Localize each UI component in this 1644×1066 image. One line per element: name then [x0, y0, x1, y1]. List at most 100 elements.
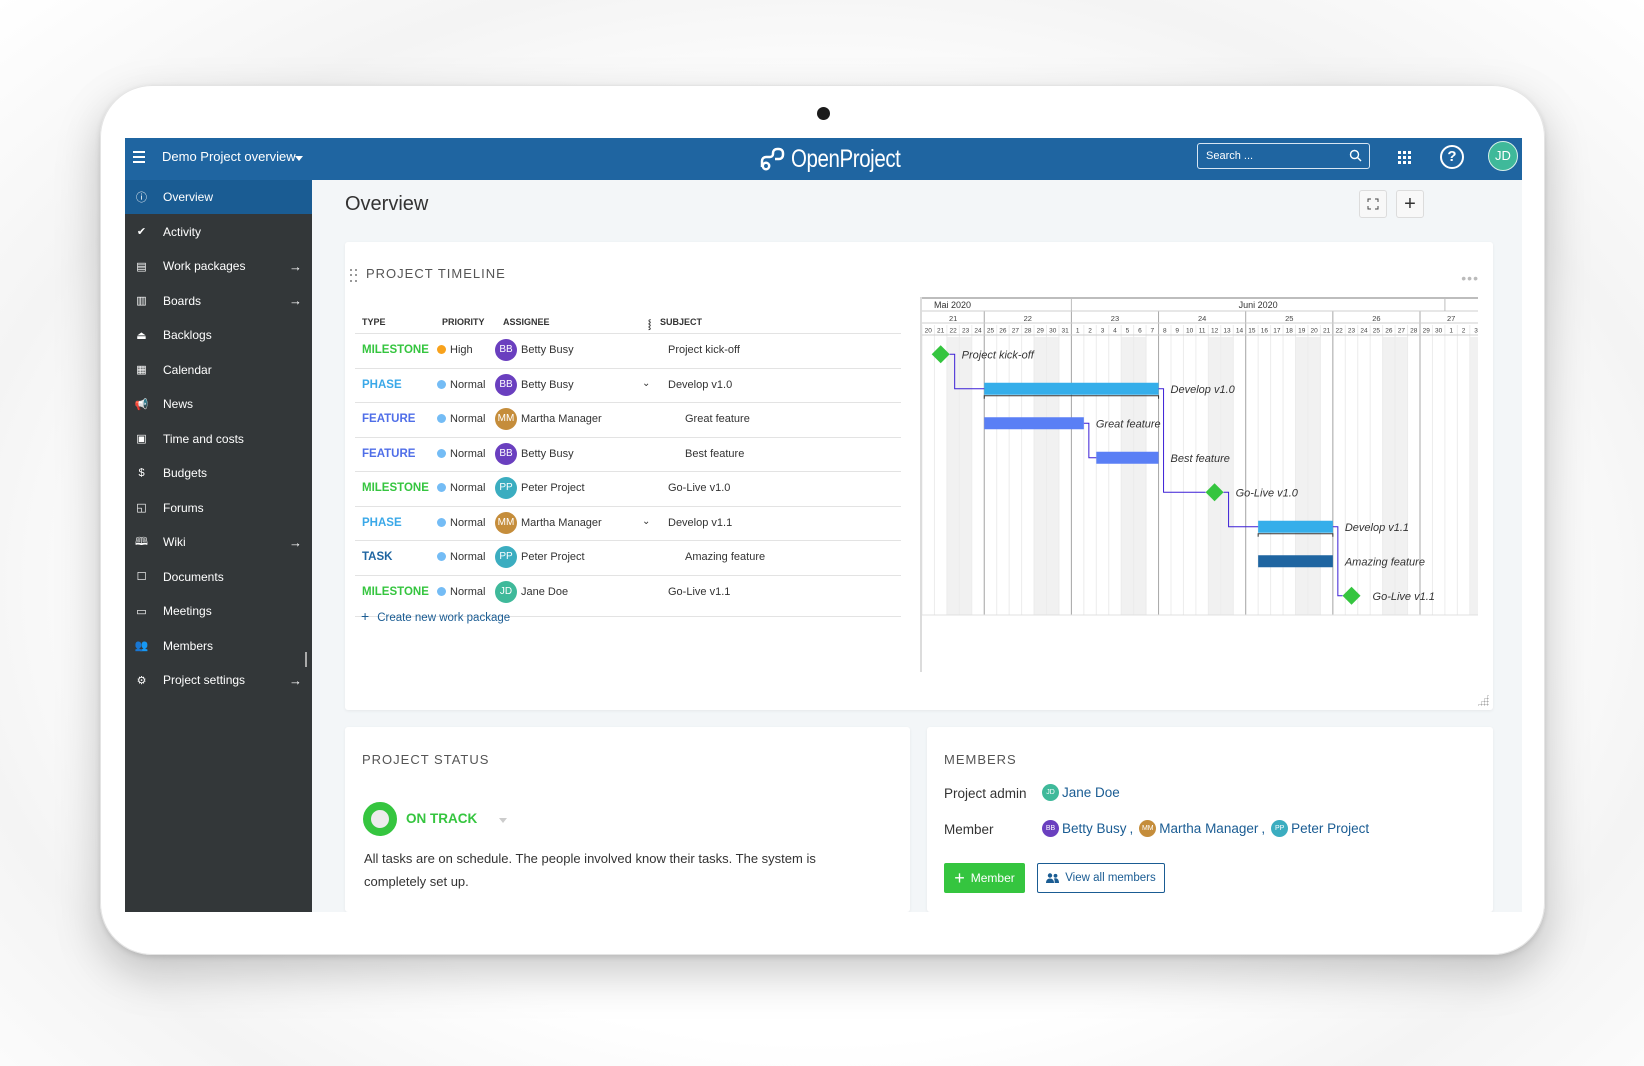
sidebar-item-meetings[interactable]: ▭ Meetings	[125, 594, 312, 628]
search-box[interactable]	[1197, 143, 1370, 169]
assignee-cell[interactable]: PP Peter Project	[495, 546, 585, 568]
help-icon[interactable]: ?	[1440, 145, 1464, 169]
sidebar-item-members[interactable]: 👥 Members	[125, 629, 312, 663]
table-row[interactable]: TASK Normal PP Peter Project Amazing feature	[355, 540, 901, 574]
member-link[interactable]: Martha Manager	[1159, 821, 1258, 836]
status-description[interactable]: All tasks are on schedule. The people in…	[364, 847, 844, 893]
subject-cell[interactable]: Develop v1.0	[668, 379, 732, 391]
table-row[interactable]: MILESTONE Normal PP Peter Project Go-Live v1…	[355, 471, 901, 505]
user-avatar[interactable]: JD	[1488, 141, 1518, 171]
priority-cell[interactable]: Normal	[437, 379, 485, 391]
subject-cell[interactable]: Great feature	[685, 413, 750, 425]
chevron-down-icon[interactable]	[499, 818, 507, 823]
subject-cell[interactable]: Go-Live v1.0	[668, 482, 730, 494]
table-row[interactable]: MILESTONE Normal JD Jane Doe Go-Live v1.1	[355, 574, 901, 609]
work-package-bar[interactable]	[1258, 555, 1333, 568]
priority-label: Normal	[450, 413, 486, 425]
sidebar-item-forums[interactable]: ◱ Forums	[125, 491, 312, 525]
type-cell[interactable]: PHASE	[362, 517, 402, 529]
priority-cell[interactable]: Normal	[437, 448, 485, 460]
collapse-chevron-icon[interactable]: ⌄	[642, 378, 650, 389]
sidebar-item-backlogs[interactable]: ⏏ Backlogs	[125, 318, 312, 352]
member-link[interactable]: Peter Project	[1291, 821, 1369, 836]
subject-cell[interactable]: Develop v1.1	[668, 517, 732, 529]
sidebar-item-documents[interactable]: ☐ Documents	[125, 560, 312, 594]
column-header-assignee[interactable]: ASSIGNEE	[503, 317, 550, 327]
type-cell[interactable]: TASK	[362, 551, 392, 563]
phase-bar[interactable]	[984, 382, 1159, 395]
table-row[interactable]: PHASE Normal BB Betty Busy ⌄ Develop v1.0	[355, 367, 901, 402]
priority-cell[interactable]: Normal	[437, 551, 485, 563]
member-link[interactable]: Jane Doe	[1062, 785, 1120, 800]
search-input[interactable]	[1198, 144, 1348, 168]
type-cell[interactable]: MILESTONE	[362, 586, 429, 598]
assignee-cell[interactable]: PP Peter Project	[495, 477, 585, 499]
project-selector[interactable]: Demo Project overview	[162, 149, 296, 164]
view-all-members-button[interactable]: View all members	[1037, 863, 1165, 893]
phase-bar[interactable]	[1258, 520, 1333, 533]
modules-grid-icon[interactable]	[1398, 151, 1411, 164]
add-widget-button[interactable]: +	[1396, 190, 1424, 218]
type-cell[interactable]: FEATURE	[362, 413, 415, 425]
sidebar-item-activity[interactable]: ✔ Activity	[125, 215, 312, 249]
more-options-icon[interactable]: •••	[1461, 270, 1479, 286]
create-work-package-link[interactable]: + Create new work package	[361, 608, 510, 624]
subject-cell[interactable]: Go-Live v1.1	[668, 586, 730, 598]
assignee-cell[interactable]: JD Jane Doe	[495, 580, 568, 603]
subject-cell[interactable]: Best feature	[685, 448, 744, 460]
column-header-priority[interactable]: PRIORITY	[442, 317, 485, 327]
table-row[interactable]: FEATURE Normal BB Betty Busy Best feature	[355, 436, 901, 471]
sidebar-item-news[interactable]: 📢 News	[125, 387, 312, 421]
sidebar-item-overview[interactable]: ⓘ Overview	[125, 180, 312, 214]
work-package-bar[interactable]	[984, 417, 1084, 430]
assignee-cell[interactable]: MM Martha Manager	[495, 511, 602, 534]
assignee-cell[interactable]: BB Betty Busy	[495, 442, 574, 465]
sidebar-item-budgets[interactable]: $ Budgets	[125, 456, 312, 490]
status-dropdown[interactable]: ON TRACK	[406, 811, 477, 826]
arrow-right-icon[interactable]: →	[289, 673, 302, 688]
subject-cell[interactable]: Amazing feature	[685, 551, 765, 563]
table-row[interactable]: MILESTONE High BB Betty Busy Project kick-of…	[355, 333, 901, 367]
gantt-chart[interactable]: Mai 2020 Juni 2020 21 22 23 24 25 26 27 20 21 22 23 2…	[920, 297, 1478, 672]
search-icon[interactable]	[1349, 149, 1362, 162]
assignee-cell[interactable]: MM Martha Manager	[495, 408, 602, 430]
column-header-type[interactable]: TYPE	[362, 317, 386, 327]
arrow-right-icon[interactable]: →	[289, 259, 302, 274]
priority-cell[interactable]: Normal	[437, 482, 485, 494]
sidebar-item-time-and-costs[interactable]: ▣ Time and costs	[125, 422, 312, 456]
chevron-down-icon[interactable]	[295, 156, 303, 161]
work-package-bar[interactable]	[1096, 451, 1159, 464]
sidebar-item-work-packages[interactable]: ▤ Work packages →	[125, 249, 312, 283]
arrow-right-icon[interactable]: →	[289, 535, 302, 550]
fullscreen-button[interactable]	[1359, 190, 1387, 218]
sidebar-item-project-settings[interactable]: ⚙ Project settings →	[125, 663, 312, 697]
type-cell[interactable]: MILESTONE	[362, 482, 429, 494]
hierarchy-icon[interactable]: ⸾	[648, 317, 651, 330]
type-cell[interactable]: PHASE	[362, 379, 402, 391]
table-row[interactable]: PHASE Normal MM Martha Manager ⌄ Develop v1.1	[355, 505, 901, 540]
priority-cell[interactable]: Normal	[437, 413, 485, 425]
sidebar-item-label: Members	[163, 638, 214, 653]
collapse-chevron-icon[interactable]: ⌄	[642, 516, 650, 527]
table-row[interactable]: FEATURE Normal MM Martha Manager Great featu…	[355, 402, 901, 436]
hamburger-menu-icon[interactable]	[133, 151, 145, 167]
assignee-cell[interactable]: BB Betty Busy	[495, 339, 574, 361]
add-member-button[interactable]: + Member	[944, 863, 1025, 893]
sidebar-item-boards[interactable]: ▥ Boards →	[125, 284, 312, 318]
priority-cell[interactable]: Normal	[437, 586, 485, 598]
type-cell[interactable]: FEATURE	[362, 448, 415, 460]
boards-icon: ▥	[136, 295, 147, 307]
type-cell[interactable]: MILESTONE	[362, 344, 429, 356]
sidebar-item-wiki[interactable]: 🕮 Wiki →	[125, 525, 312, 559]
resize-handle-icon[interactable]	[1477, 694, 1489, 706]
arrow-right-icon[interactable]: →	[289, 293, 302, 308]
member-link[interactable]: Betty Busy	[1062, 821, 1127, 836]
sidebar-item-calendar[interactable]: ▦ Calendar	[125, 353, 312, 387]
subject-cell[interactable]: Project kick-off	[668, 344, 740, 356]
openproject-logo[interactable]: OpenProject	[759, 142, 924, 176]
column-header-subject[interactable]: SUBJECT	[660, 317, 702, 327]
priority-cell[interactable]: Normal	[437, 517, 485, 529]
priority-cell[interactable]: High	[437, 344, 473, 356]
assignee-cell[interactable]: BB Betty Busy	[495, 373, 574, 396]
drag-handle-icon[interactable]	[350, 269, 358, 283]
